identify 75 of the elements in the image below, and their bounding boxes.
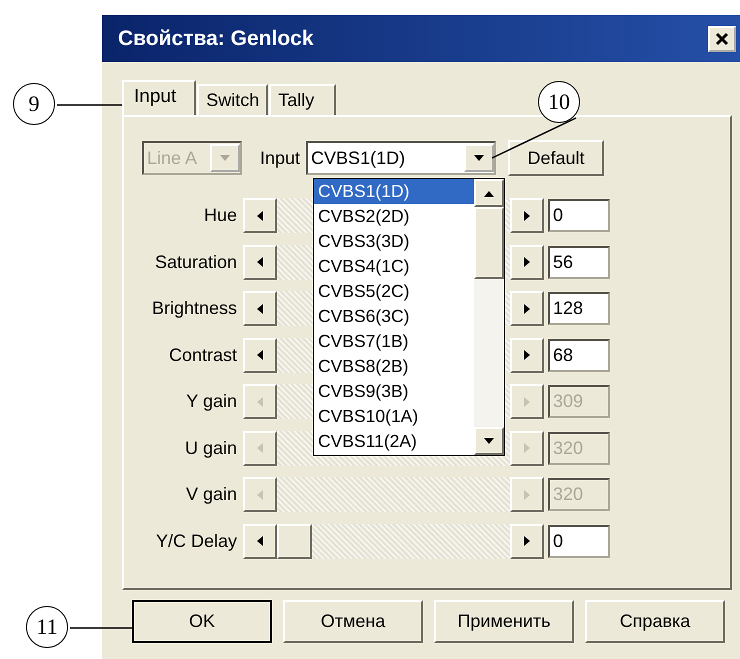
tab[interactable]: Input [122,80,196,115]
value-field[interactable]: 0 [548,199,610,232]
slider-left-button[interactable] [243,338,277,372]
right-arrow-icon [524,210,530,220]
left-arrow-icon [257,350,263,360]
slider-right-button[interactable] [510,338,544,372]
slider-label: U gain [184,438,237,458]
slider-right-button[interactable] [510,198,544,233]
left-arrow-icon [257,257,263,267]
slider-label: Hue [202,205,237,226]
tab[interactable]: Tally [269,84,336,115]
scrollbar[interactable] [474,179,504,455]
scroll-down-icon [483,438,495,444]
left-arrow-icon [257,490,263,500]
slider-label: Contrast [168,344,237,366]
slider-thumb[interactable] [277,524,312,558]
input-dropdown[interactable]: CVBS1(1D) [306,141,496,175]
left-arrow-icon [257,304,263,314]
dialog-button[interactable]: Отмена [283,600,423,643]
dropdown-option[interactable]: CVBS3(3D) [314,229,474,254]
slider-left-button[interactable] [243,524,277,558]
slider-right-button[interactable] [510,524,544,558]
slider-right-button[interactable] [510,291,544,326]
right-arrow-icon [524,490,530,500]
dialog-button[interactable]: Применить [434,600,574,643]
default-button[interactable]: Default [508,140,604,176]
dropdown-option[interactable]: CVBS11(2A) [314,429,474,454]
left-arrow-icon [257,396,263,406]
left-arrow-icon [257,443,263,453]
slider-label: Y gain [185,391,237,412]
value-field[interactable]: 128 [548,292,610,325]
right-arrow-icon [524,304,530,314]
leader-line [57,104,122,106]
right-arrow-icon [524,396,530,406]
slider-right-button[interactable] [510,244,544,280]
leader-line [70,627,132,629]
dropdown-option[interactable]: CVBS5(2C) [314,279,474,304]
tab[interactable]: Switch [197,84,268,115]
value-field[interactable]: 56 [548,246,610,278]
input-label: Input [260,148,300,168]
right-arrow-icon [524,443,530,453]
right-arrow-icon [524,257,530,267]
dropdown-option[interactable]: CVBS10(1A) [314,404,474,429]
slider-right-button[interactable] [510,477,544,512]
dropdown-option[interactable]: CVBS4(1C) [314,254,474,279]
slider-label: V gain [184,484,237,505]
value-field[interactable]: 68 [548,338,610,372]
slider-left-button[interactable] [243,198,277,233]
dialog-button[interactable]: Справка [585,600,725,643]
close-button[interactable] [708,26,736,52]
dropdown-option[interactable]: CVBS2(2D) [314,204,474,229]
dropdown-option[interactable]: CVBS8(2B) [314,354,474,379]
dropdown-option[interactable]: CVBS9(3B) [314,379,474,404]
slider-label: Saturation [154,252,237,272]
dropdown-arrow-icon [219,154,231,162]
dropdown-arrow-icon [473,154,486,162]
right-arrow-icon [524,350,530,360]
dropdown-option[interactable]: CVBS7(1B) [314,329,474,354]
dialog-button[interactable]: OK [132,600,272,643]
slider-label: Brightness [150,298,237,319]
close-icon [715,32,729,46]
dropdown-option[interactable]: CVBS6(3C) [314,304,474,329]
slider-left-button[interactable] [243,291,277,326]
window-title: Свойства: Genlock [118,26,315,50]
left-arrow-icon [257,536,263,546]
value-field[interactable]: 0 [548,524,610,558]
slider-label: Y/C Delay [154,530,237,552]
slider-right-button[interactable] [510,430,544,466]
slider-right-button[interactable] [510,384,544,419]
right-arrow-icon [524,536,530,546]
slider-left-button[interactable] [243,244,277,280]
callout-number: 11 [26,606,68,648]
left-arrow-icon [257,210,263,220]
dropdown-option[interactable]: CVBS1(1D) [314,179,474,204]
callout-number: 9 [13,83,55,125]
